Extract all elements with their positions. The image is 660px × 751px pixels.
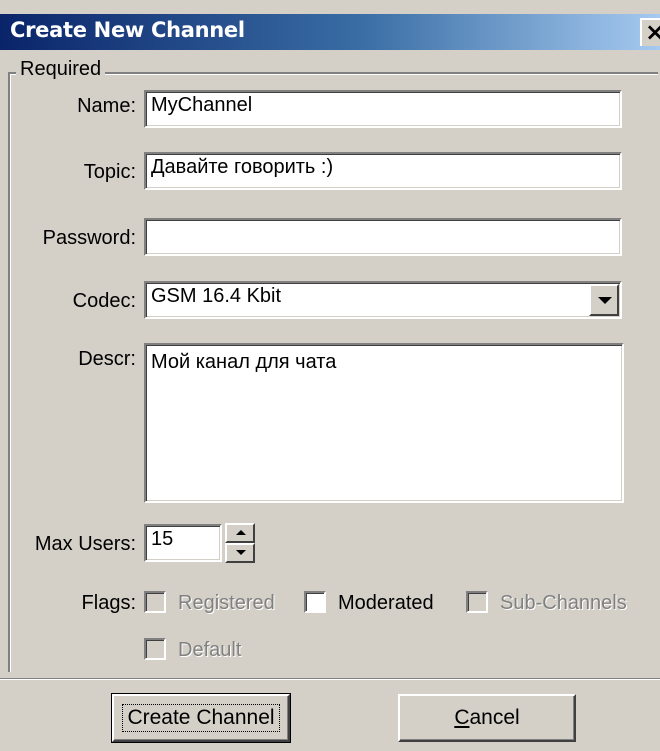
create-channel-dialog: Create New Channel × Required Name: MyCh… (0, 0, 660, 751)
codec-selected-value: GSM 16.4 Kbit (151, 285, 282, 307)
password-label: Password: (42, 227, 136, 249)
moderated-label: Moderated (338, 592, 434, 614)
group-legend: Required (16, 58, 106, 81)
max-users-stepper (225, 523, 255, 563)
codec-label: Codec: (72, 290, 136, 312)
create-channel-label: Create Channel (122, 704, 280, 732)
close-button[interactable]: × (640, 18, 660, 46)
max-users-input[interactable]: 15 (144, 524, 222, 562)
create-channel-button[interactable]: Create Channel (111, 693, 291, 743)
button-divider (0, 678, 660, 680)
moderated-checkbox[interactable] (304, 591, 326, 613)
codec-select[interactable]: GSM 16.4 Kbit (144, 281, 622, 319)
default-checkbox[interactable] (144, 638, 166, 660)
default-label: Default (178, 639, 242, 661)
chevron-down-icon[interactable] (589, 284, 619, 316)
descr-textarea[interactable]: Мой канал для чата (144, 343, 624, 503)
sub-channels-label: Sub-Channels (500, 592, 627, 614)
topic-label: Topic: (83, 161, 136, 183)
registered-checkbox[interactable] (144, 591, 166, 613)
name-input[interactable]: MyChannel (144, 90, 622, 128)
descr-label: Descr: (78, 348, 136, 370)
registered-label: Registered (178, 592, 275, 614)
sub-channels-checkbox[interactable] (466, 591, 488, 613)
flags-label: Flags: (81, 592, 136, 614)
spin-up-icon[interactable] (225, 523, 255, 543)
cancel-label: Cancel (454, 706, 520, 729)
password-input[interactable] (144, 218, 622, 256)
spin-down-icon[interactable] (225, 543, 255, 563)
title-bar[interactable]: Create New Channel × (0, 14, 660, 50)
close-icon: × (645, 20, 660, 46)
max-users-label: Max Users: (34, 533, 136, 555)
name-label: Name: (77, 95, 136, 117)
cancel-button[interactable]: Cancel (398, 694, 576, 742)
topic-input[interactable]: Давайте говорить :) (144, 152, 622, 190)
window-title: Create New Channel (10, 18, 245, 42)
